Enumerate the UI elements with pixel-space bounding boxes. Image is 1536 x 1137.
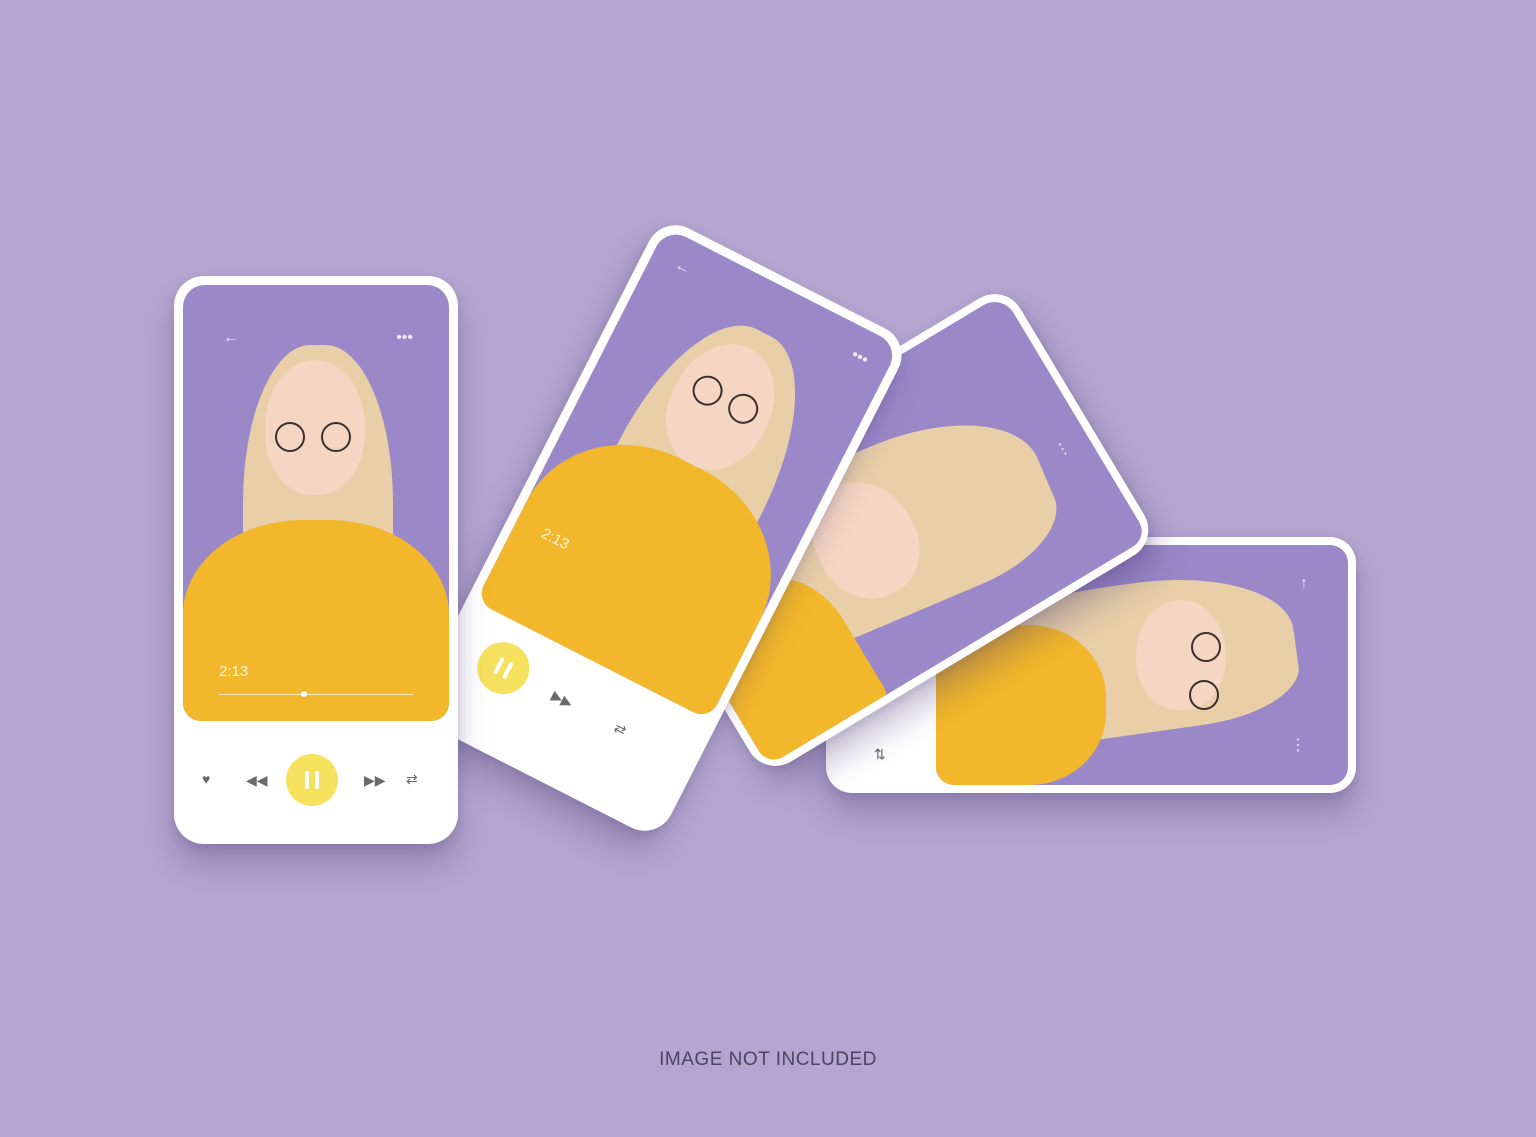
repeat-icon[interactable]: ⇅	[874, 747, 886, 761]
track-time: 2:13	[219, 663, 249, 680]
progress-bar[interactable]	[219, 694, 413, 695]
pause-button[interactable]	[468, 633, 539, 704]
image-caption: IMAGE NOT INCLUDED	[659, 1049, 877, 1070]
portrait-image	[183, 285, 449, 721]
pause-icon	[492, 656, 514, 680]
fast-forward-icon[interactable]: ▶▶	[364, 773, 386, 787]
progress-handle[interactable]	[301, 691, 307, 697]
back-arrow-icon[interactable]: ←	[223, 329, 239, 347]
back-arrow-icon[interactable]: ↑	[1300, 575, 1308, 593]
more-icon[interactable]: ⋮	[1290, 735, 1306, 755]
mockup-scene: ↑ ⋮ ⇅ ↖ ⋮ ← •••	[0, 0, 1536, 1137]
pause-icon	[305, 771, 319, 789]
phone-1: ← ••• 2:13 ♥ ◀◀ ▶▶ ⇄	[174, 276, 458, 844]
more-icon[interactable]: •••	[396, 329, 413, 347]
rewind-icon[interactable]: ◀◀	[246, 773, 268, 787]
fast-forward-icon[interactable]: ▶▶	[549, 687, 575, 711]
pause-button[interactable]	[286, 754, 338, 806]
repeat-icon[interactable]: ⇄	[611, 719, 629, 739]
phone-1-screen: ← ••• 2:13	[183, 285, 449, 721]
heart-icon[interactable]: ♥	[202, 772, 210, 786]
repeat-icon[interactable]: ⇄	[406, 772, 418, 786]
